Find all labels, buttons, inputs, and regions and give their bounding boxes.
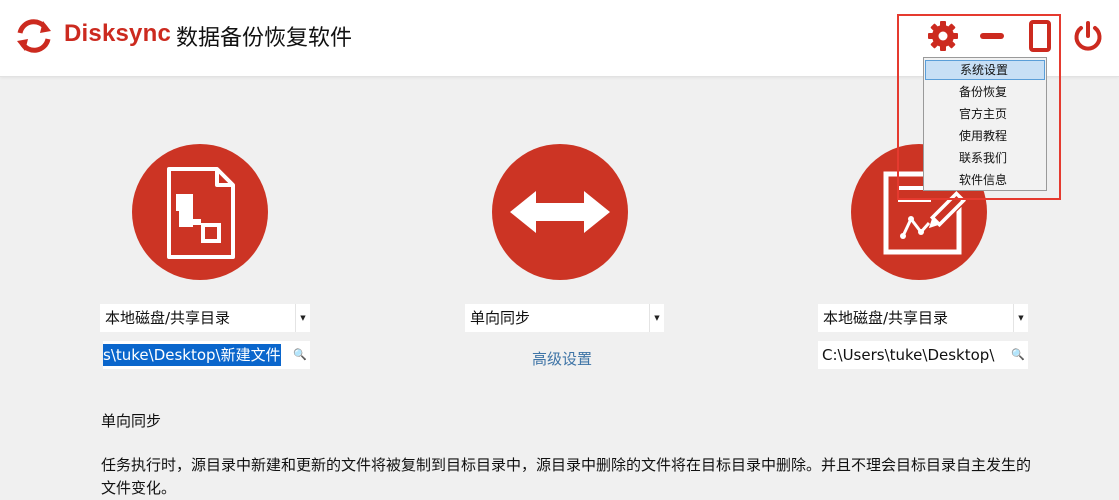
source-type-select[interactable]: 本地磁盘/共享目录 ▼ [100, 304, 310, 332]
menu-item-contact-us[interactable]: 联系我们 [925, 148, 1045, 168]
settings-button[interactable] [927, 20, 959, 52]
source-path-value: s\tuke\Desktop\新建文件 [103, 344, 281, 366]
menu-item-tutorial[interactable]: 使用教程 [925, 126, 1045, 146]
brand-name: Disksync [64, 20, 171, 47]
document-flowchart-icon [167, 167, 235, 259]
target-path-input[interactable]: C:\Users\tuke\Desktop\ 🔍 [818, 341, 1028, 369]
sync-mode-select[interactable]: 单向同步 ▼ [465, 304, 664, 332]
double-arrow-icon [510, 191, 610, 233]
chevron-down-icon: ▼ [295, 304, 310, 332]
menu-item-system-settings[interactable]: 系统设置 [925, 60, 1045, 80]
maximize-button[interactable] [1024, 20, 1056, 52]
target-path-value: C:\Users\tuke\Desktop\ [822, 346, 995, 364]
gear-icon [928, 21, 958, 51]
sync-mode-value: 单向同步 [470, 309, 531, 327]
menu-item-backup-restore[interactable]: 备份恢复 [925, 82, 1045, 102]
power-icon [1074, 21, 1102, 51]
source-icon-button[interactable] [132, 144, 268, 280]
chevron-down-icon: ▼ [1013, 304, 1028, 332]
source-path-input[interactable]: s\tuke\Desktop\新建文件 🔍 [103, 341, 310, 369]
minimize-icon [980, 33, 1004, 39]
advanced-settings-link[interactable]: 高级设置 [532, 348, 592, 369]
sync-logo-icon [17, 19, 51, 53]
menu-item-official-site[interactable]: 官方主页 [925, 104, 1045, 124]
power-button[interactable] [1072, 20, 1104, 52]
search-icon[interactable]: 🔍 [1008, 341, 1028, 369]
search-icon[interactable]: 🔍 [290, 341, 310, 369]
source-type-value: 本地磁盘/共享目录 [105, 309, 231, 327]
sync-mode-heading: 单向同步 [101, 412, 162, 430]
minimize-button[interactable] [976, 20, 1008, 52]
target-type-value: 本地磁盘/共享目录 [823, 309, 949, 327]
menu-item-software-info[interactable]: 软件信息 [925, 170, 1045, 190]
app-title: 数据备份恢复软件 [176, 26, 353, 51]
settings-menu: 系统设置 备份恢复 官方主页 使用教程 联系我们 软件信息 [923, 57, 1047, 191]
sync-direction-button[interactable] [492, 144, 628, 280]
sync-mode-description: 任务执行时，源目录中新建和更新的文件将被复制到目标目录中，源目录中删除的文件将在… [101, 456, 1032, 497]
maximize-icon [1029, 20, 1051, 52]
chevron-down-icon: ▼ [649, 304, 664, 332]
target-type-select[interactable]: 本地磁盘/共享目录 ▼ [818, 304, 1028, 332]
